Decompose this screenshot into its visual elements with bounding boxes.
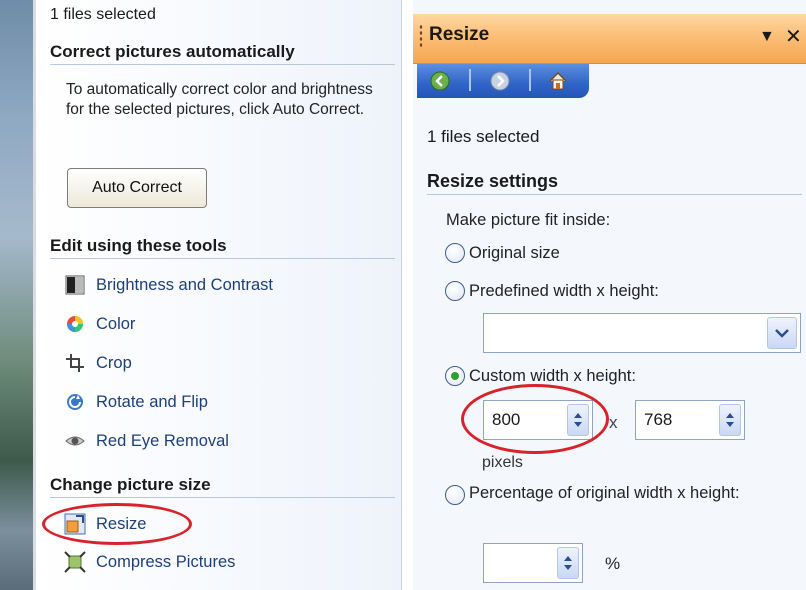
radio-label: Custom width x height:: [469, 366, 636, 385]
selected-count: 1 files selected: [50, 6, 156, 23]
close-icon[interactable]: ✕: [785, 24, 802, 49]
forward-icon[interactable]: [487, 69, 513, 93]
auto-correct-description: To automatically correct color and brigh…: [66, 81, 373, 118]
radio-label: Predefined width x height:: [469, 281, 659, 300]
percent-sign: %: [605, 554, 621, 573]
custom-height-stepper[interactable]: 768: [635, 400, 745, 440]
compress-icon: [64, 551, 86, 573]
tool-label: Brightness and Contrast: [96, 275, 274, 294]
back-icon[interactable]: [427, 69, 453, 93]
tool-label: Rotate and Flip: [96, 392, 208, 411]
pane-menu-dropdown-icon[interactable]: ▼: [759, 28, 775, 46]
home-icon[interactable]: [545, 69, 571, 93]
radio-button-selected[interactable]: [445, 366, 465, 386]
tool-label: Color: [96, 314, 136, 333]
predefined-size-dropdown[interactable]: [483, 313, 801, 353]
tool-label: Compress Pictures: [96, 552, 236, 571]
resize-pane: Resize ▼ ✕ 1 files selected Resize setti…: [413, 0, 806, 590]
nav-separator: [469, 69, 471, 91]
tool-brightness-contrast[interactable]: Brightness and Contrast: [64, 272, 273, 298]
spin-arrows-icon[interactable]: [557, 547, 579, 579]
tool-rotate-flip[interactable]: Rotate and Flip: [64, 389, 208, 415]
radio-label: Percentage of original width x height:: [469, 484, 740, 502]
red-eye-icon: [64, 430, 86, 452]
pane-titlebar[interactable]: Resize ▼ ✕: [413, 14, 806, 64]
picture-preview-edge: [0, 0, 36, 590]
edit-pictures-pane: 1 files selected Correct pictures automa…: [40, 0, 402, 590]
annotation-ellipse-width: [461, 384, 609, 454]
radio-predefined-size[interactable]: Predefined width x height:: [445, 278, 659, 304]
brightness-contrast-icon: [64, 274, 86, 296]
drag-grip-icon[interactable]: [419, 24, 423, 48]
radio-button[interactable]: [445, 485, 465, 505]
tool-red-eye-removal[interactable]: Red Eye Removal: [64, 428, 229, 454]
percentage-stepper[interactable]: [483, 543, 583, 583]
crop-icon: [64, 352, 86, 374]
radio-button[interactable]: [445, 243, 465, 263]
pane-navigation-bar: [417, 64, 589, 98]
times-sign: x: [609, 413, 618, 432]
radio-label: Original size: [469, 243, 560, 262]
tool-color[interactable]: Color: [64, 311, 135, 337]
auto-correct-button[interactable]: Auto Correct: [67, 168, 207, 208]
tool-compress-pictures[interactable]: Compress Pictures: [64, 549, 235, 575]
fit-inside-label: Make picture fit inside:: [446, 211, 611, 229]
section-heading-picture-size: Change picture size: [50, 475, 395, 498]
spin-arrows-icon[interactable]: [719, 404, 741, 436]
selected-count: 1 files selected: [427, 127, 540, 146]
section-heading-resize-settings: Resize settings: [427, 171, 802, 195]
tool-label: Red Eye Removal: [96, 431, 229, 450]
tool-crop[interactable]: Crop: [64, 350, 132, 376]
radio-original-size[interactable]: Original size: [445, 240, 560, 266]
section-heading-edit-tools: Edit using these tools: [50, 236, 395, 259]
chevron-down-icon[interactable]: [767, 317, 797, 349]
section-heading-auto-correct: Correct pictures automatically: [50, 42, 395, 65]
annotation-ellipse-resize: [42, 503, 192, 545]
radio-percentage[interactable]: [445, 482, 469, 508]
tool-label: Crop: [96, 353, 132, 372]
color-wheel-icon: [64, 313, 86, 335]
height-value[interactable]: 768: [644, 410, 672, 430]
rotate-icon: [64, 391, 86, 413]
radio-button[interactable]: [445, 281, 465, 301]
nav-separator: [529, 69, 531, 91]
units-label: pixels: [482, 454, 523, 471]
pane-title: Resize: [429, 24, 490, 45]
